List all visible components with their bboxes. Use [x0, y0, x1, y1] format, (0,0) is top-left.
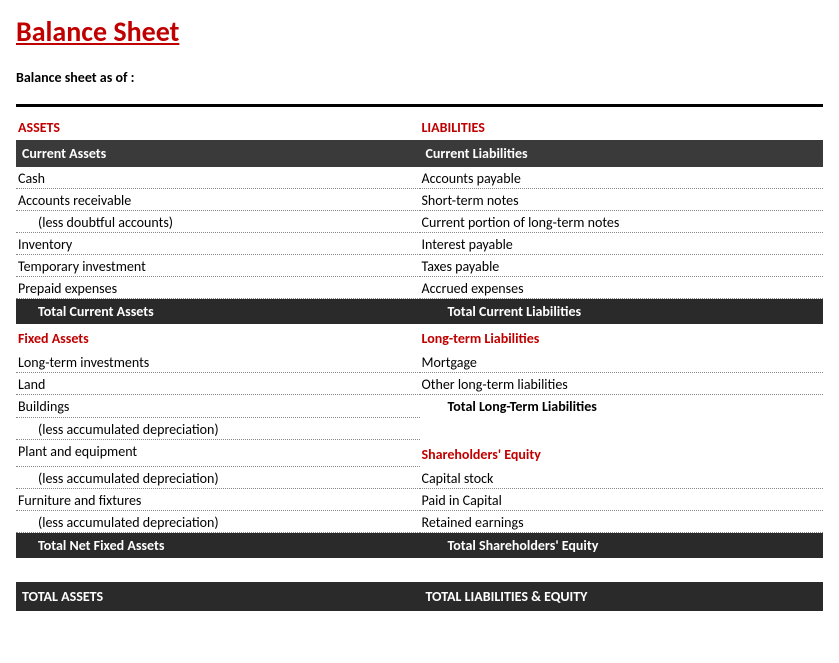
line-row: Cash Accounts payable [16, 167, 823, 189]
total-current-liabilities: Total Current Liabilities [420, 299, 824, 324]
line-row: (less accumulated depreciation) Capital … [16, 467, 823, 489]
asset-item: Buildings [16, 395, 420, 418]
shareholders-equity-heading: Shareholders' Equity [420, 440, 824, 467]
asset-item: (less accumulated depreciation) [16, 418, 420, 440]
line-row: (less accumulated depreciation) [16, 418, 823, 440]
asset-item: Furniture and fixtures [16, 489, 420, 511]
fixed-assets-heading: Fixed Assets [16, 324, 420, 351]
current-liabilities-header: Current Liabilities [420, 140, 824, 167]
asset-item: Cash [16, 167, 420, 189]
fixed-equity-subtotal-row: Total Net Fixed Assets Total Shareholder… [16, 533, 823, 558]
line-row: Temporary investment Taxes payable [16, 255, 823, 277]
line-row: (less accumulated depreciation) Retained… [16, 511, 823, 533]
asset-item: (less accumulated depreciation) [16, 467, 420, 489]
as-of-label: Balance sheet as of : [16, 69, 823, 86]
asset-item: Land [16, 373, 420, 395]
asset-item: (less doubtful accounts) [16, 211, 420, 233]
liability-item: Mortgage [420, 351, 824, 373]
asset-item: Temporary investment [16, 255, 420, 277]
total-current-assets: Total Current Assets [16, 299, 420, 324]
asset-item: Long-term investments [16, 351, 420, 373]
equity-item: Capital stock [420, 467, 824, 489]
liability-item: Interest payable [420, 233, 824, 255]
liability-item: Current portion of long-term notes [420, 211, 824, 233]
equity-item: Paid in Capital [420, 489, 824, 511]
top-border [16, 104, 823, 107]
fixed-longterm-heading-row: Fixed Assets Long-term Liabilities [16, 324, 823, 351]
line-row: (less doubtful accounts) Current portion… [16, 211, 823, 233]
line-row: Land Other long-term liabilities [16, 373, 823, 395]
total-longterm-liabilities: Total Long-Term Liabilities [420, 395, 824, 418]
equity-item: Retained earnings [420, 511, 824, 533]
line-row: Prepaid expenses Accrued expenses [16, 277, 823, 299]
line-row: Accounts receivable Short-term notes [16, 189, 823, 211]
liabilities-heading: LIABILITIES [420, 113, 824, 140]
section-headings-row: ASSETS LIABILITIES [16, 113, 823, 140]
empty-cell [420, 418, 824, 440]
asset-item: Accounts receivable [16, 189, 420, 211]
grand-total-row: TOTAL ASSETS TOTAL LIABILITIES & EQUITY [16, 582, 823, 611]
liability-item: Accounts payable [420, 167, 824, 189]
page-title: Balance Sheet [16, 14, 823, 49]
spacer [16, 558, 823, 582]
liability-item: Taxes payable [420, 255, 824, 277]
asset-item: Plant and equipment [16, 440, 420, 467]
longterm-liabilities-heading: Long-term Liabilities [420, 324, 824, 351]
liability-item: Short-term notes [420, 189, 824, 211]
line-row: Plant and equipment Shareholders' Equity [16, 440, 823, 467]
asset-item: Inventory [16, 233, 420, 255]
current-header-row: Current Assets Current Liabilities [16, 140, 823, 167]
current-assets-header: Current Assets [16, 140, 420, 167]
current-subtotal-row: Total Current Assets Total Current Liabi… [16, 299, 823, 324]
total-shareholders-equity: Total Shareholders' Equity [420, 533, 824, 558]
asset-item: (less accumulated depreciation) [16, 511, 420, 533]
asset-item: Prepaid expenses [16, 277, 420, 299]
line-row: Inventory Interest payable [16, 233, 823, 255]
assets-heading: ASSETS [16, 113, 420, 140]
total-assets: TOTAL ASSETS [16, 582, 420, 611]
line-row: Buildings Total Long-Term Liabilities [16, 395, 823, 418]
total-net-fixed-assets: Total Net Fixed Assets [16, 533, 420, 558]
total-liabilities-equity: TOTAL LIABILITIES & EQUITY [420, 582, 824, 611]
liability-item: Other long-term liabilities [420, 373, 824, 395]
liability-item: Accrued expenses [420, 277, 824, 299]
line-row: Furniture and fixtures Paid in Capital [16, 489, 823, 511]
line-row: Long-term investments Mortgage [16, 351, 823, 373]
